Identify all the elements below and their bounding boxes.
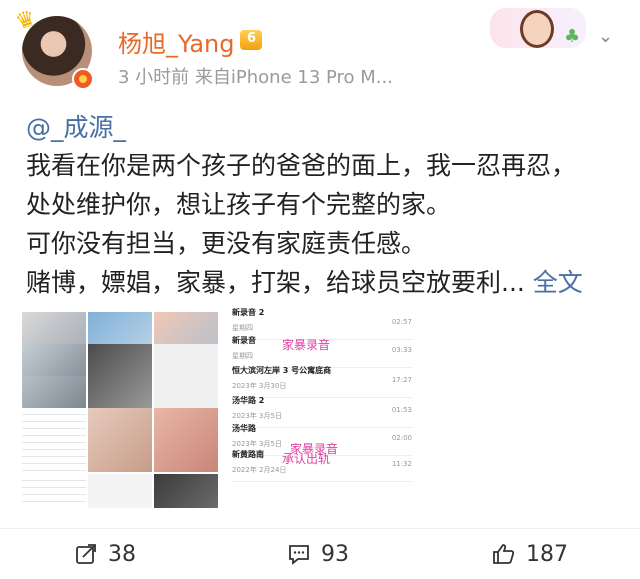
- annotation-tag: 承认出轨: [282, 452, 331, 466]
- recording-date: 2022年 2月24日: [232, 466, 287, 474]
- chevron-down-icon[interactable]: ⌄: [598, 26, 613, 47]
- photo-thumbnail: [154, 408, 218, 472]
- verified-badge-icon: [72, 68, 94, 90]
- list-item: 新录音 家暴录音 星期四 03:33: [232, 334, 412, 368]
- divider: [0, 528, 640, 529]
- like-count: 187: [526, 541, 568, 567]
- recording-title: 新录音 2: [232, 308, 265, 317]
- annotation-tag: 家暴录音: [282, 338, 331, 352]
- photo-thumbnail: [88, 344, 152, 408]
- photo-thumbnail: [154, 474, 218, 508]
- photo-thumbnail: [22, 344, 86, 408]
- recording-time: 03:33: [391, 346, 412, 354]
- username[interactable]: 杨旭_Yang: [118, 24, 235, 59]
- recording-title: 新黄路南: [232, 450, 264, 459]
- recording-title: 新录音: [232, 336, 256, 345]
- photo-thumbnail: [88, 474, 152, 508]
- repost-count: 38: [108, 541, 136, 567]
- comment-icon: [289, 545, 309, 565]
- post-text: @_成源_ 我看在你是两个孩子的爸爸的面上，我一忍再忍， 处处维护你，想让孩子有…: [26, 110, 626, 302]
- photo-thumbnail: [22, 474, 86, 508]
- avatar[interactable]: ♛: [12, 5, 96, 90]
- repost-icon: [76, 544, 96, 564]
- recording-time: 01:53: [391, 406, 412, 414]
- list-item: 恒大滨河左岸 3 号公寓底商 2023年 3月30日 17:27: [232, 364, 412, 398]
- full-text-link[interactable]: 全文: [533, 268, 583, 297]
- repost-button[interactable]: 38: [74, 539, 136, 569]
- photo-collage[interactable]: [22, 312, 218, 508]
- recording-time: 02:00: [391, 434, 412, 442]
- clover-icon: ♣: [564, 26, 581, 47]
- comment-count: 93: [321, 541, 349, 567]
- post-header: ♛ 杨旭_Yang 3 小时前 来自iPhone 13 Pro M... ♣ ⌄: [0, 0, 640, 100]
- recording-date: 星期四: [232, 352, 253, 360]
- recording-date: 2023年 3月5日: [232, 412, 282, 420]
- post-line: 我看在你是两个孩子的爸爸的面上，我一忍再忍，: [26, 151, 577, 180]
- photo-thumbnail: [154, 344, 218, 408]
- recording-title: 汤华路: [232, 424, 256, 433]
- post-line-last: 赌博，嫖娼，家暴，打架，给球员空放要利... 全文: [26, 263, 626, 302]
- recording-time: 02:57: [391, 318, 412, 326]
- photo-thumbnail: [22, 408, 86, 472]
- mention-link[interactable]: @_成源_: [26, 110, 626, 146]
- recording-title: 汤华路 2: [232, 396, 265, 405]
- vip-level-icon: [240, 30, 262, 50]
- post-line: 处处维护你，想让孩子有个完整的家。: [26, 190, 452, 219]
- recording-date: 2023年 3月30日: [232, 382, 287, 390]
- post-line-text: 赌博，嫖娼，家暴，打架，给球员空放要利...: [26, 268, 525, 297]
- recording-title: 恒大滨河左岸 3 号公寓底商: [232, 366, 332, 375]
- card-sticker: ♣: [490, 8, 586, 48]
- recording-time: 17:27: [391, 376, 412, 384]
- cartoon-girl-icon: [520, 10, 554, 48]
- photo-thumbnail: [88, 408, 152, 472]
- list-item: 新黄路南 承认出轨 2022年 2月24日 11:32: [232, 448, 412, 482]
- thumbs-up-icon: [493, 544, 515, 564]
- comment-button[interactable]: 93: [287, 539, 349, 569]
- recording-list-image[interactable]: 新录音 2 星期四 02:57 新录音 家暴录音 星期四 03:33 恒大滨河左…: [226, 306, 416, 482]
- post-line: 可你没有担当，更没有家庭责任感。: [26, 229, 427, 258]
- recording-time: 11:32: [391, 460, 412, 468]
- post-meta: 3 小时前 来自iPhone 13 Pro M...: [118, 67, 393, 88]
- like-button[interactable]: 187: [492, 539, 568, 569]
- action-bar: 38 93 187: [0, 535, 640, 575]
- recording-date: 星期四: [232, 324, 253, 332]
